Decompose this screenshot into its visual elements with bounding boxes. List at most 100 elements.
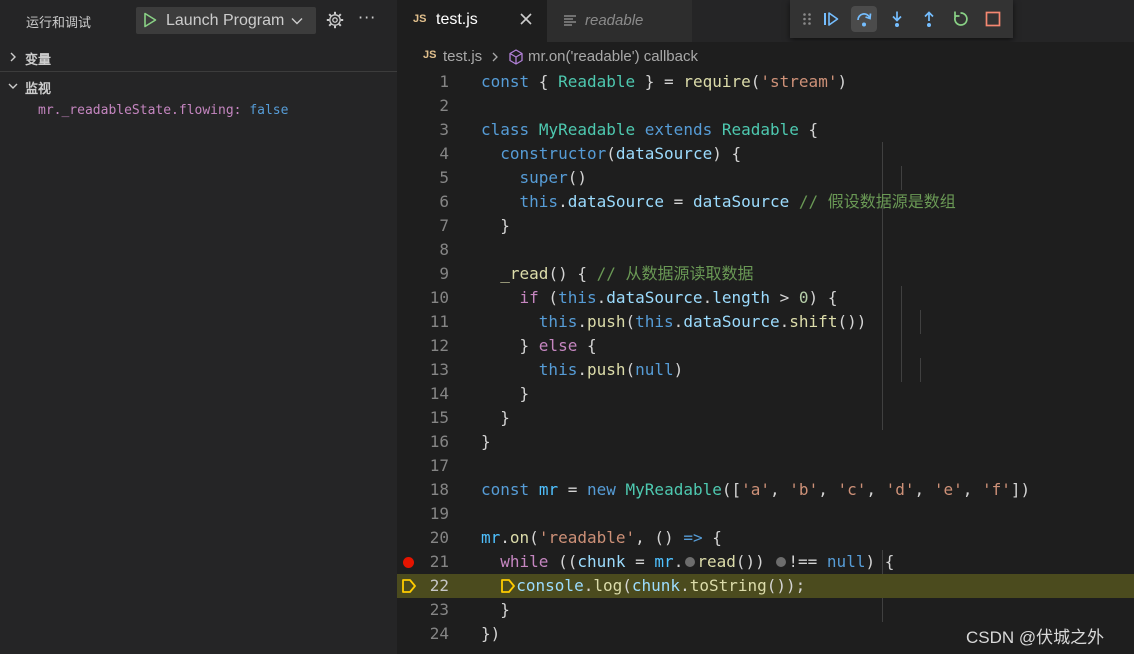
inline-breakpoint-icon[interactable]: [776, 556, 787, 567]
js-file-icon: JS: [413, 13, 427, 25]
code-text: }): [481, 624, 501, 643]
code-line: 1 const { Readable } = require('stream'): [397, 70, 1134, 94]
code-line: 16 }: [397, 430, 1134, 454]
line-number: 2: [439, 96, 449, 115]
launch-config-label: Launch Program: [166, 12, 285, 29]
line-number: 8: [439, 240, 449, 259]
tab-readable[interactable]: readable: [547, 0, 692, 42]
line-number: 20: [429, 528, 449, 547]
line-number: 19: [429, 504, 449, 523]
line-number: 9: [439, 264, 449, 283]
code-text: }: [481, 432, 491, 451]
code-line: 19: [397, 502, 1134, 526]
code-text: super(): [519, 168, 587, 187]
watch-expression-name: mr._readableState.flowing:: [38, 103, 242, 118]
code-line: 2: [397, 94, 1134, 118]
gear-icon[interactable]: [326, 11, 344, 29]
code-line: 5 super(): [397, 166, 1134, 190]
code-line: 9 _read() { // 从数据源读取数据: [397, 262, 1134, 286]
inline-breakpoint-icon[interactable]: [685, 556, 696, 567]
code-text: class MyReadable extends Readable {: [481, 120, 819, 139]
watch-expression[interactable]: mr._readableState.flowing: false: [38, 103, 288, 118]
tab-label: test.js: [436, 11, 478, 28]
chevron-right-icon: [10, 52, 16, 62]
code-line: 4 constructor(dataSource) {: [397, 142, 1134, 166]
code-line: 15 }: [397, 406, 1134, 430]
code-text: } else {: [481, 336, 597, 355]
tab-label: readable: [585, 12, 644, 29]
code-text: console.log(chunk.toString());: [481, 574, 805, 598]
chevron-down-icon[interactable]: [290, 14, 304, 28]
code-editor[interactable]: 1 const { Readable } = require('stream')…: [397, 70, 1134, 654]
line-number: 6: [439, 192, 449, 211]
code-line: 23 }: [397, 598, 1134, 622]
chevron-down-icon: [8, 83, 18, 89]
variables-section-label: 变量: [25, 53, 52, 68]
stop-icon[interactable]: [980, 6, 1006, 32]
code-line: 11 this.push(this.dataSource.shift()): [397, 310, 1134, 334]
line-number: 15: [429, 408, 449, 427]
continue-icon[interactable]: [818, 6, 844, 32]
line-number: 21: [429, 552, 449, 571]
line-number: 22: [429, 576, 449, 595]
step-over-icon[interactable]: [851, 6, 877, 32]
line-number: 24: [429, 624, 449, 643]
document-lines-icon: [564, 15, 576, 26]
line-number: 10: [429, 288, 449, 307]
close-icon[interactable]: [519, 12, 533, 26]
editor-tab-bar: JS test.js readable: [397, 0, 1134, 42]
method-cube-icon: [509, 49, 523, 65]
watch-expression-value: false: [249, 103, 289, 118]
restart-icon[interactable]: [948, 6, 974, 32]
play-icon[interactable]: [142, 12, 158, 28]
code-text: while ((chunk = mr. read()) !== null) {: [500, 552, 895, 571]
line-number: 4: [439, 144, 449, 163]
debug-sidebar: 运行和调试 Launch Program ··· 变量 监视 mr._reada…: [0, 0, 397, 654]
grip-icon[interactable]: [794, 6, 820, 32]
code-text: }: [481, 384, 530, 403]
line-number: 14: [429, 384, 449, 403]
line-number: 11: [429, 312, 449, 331]
sidebar-title: 运行和调试: [26, 16, 92, 31]
code-line: 10 if (this.dataSource.length > 0) {: [397, 286, 1134, 310]
line-number: 3: [439, 120, 449, 139]
launch-config-dropdown[interactable]: Launch Program: [136, 7, 316, 34]
js-file-icon: JS: [423, 49, 437, 61]
code-line: 18 const mr = new MyReadable(['a', 'b', …: [397, 478, 1134, 502]
code-text: this.push(null): [538, 360, 684, 379]
code-line-breakpoint: 21 while ((chunk = mr. read()) !== null) …: [397, 550, 1134, 574]
more-actions-button[interactable]: ···: [358, 8, 376, 27]
code-text: this.push(this.dataSource.shift()): [538, 312, 867, 331]
tab-test-js[interactable]: JS test.js: [397, 0, 547, 42]
code-line: 13 this.push(null): [397, 358, 1134, 382]
line-number: 17: [429, 456, 449, 475]
code-line: 12 } else {: [397, 334, 1134, 358]
code-line: 7 }: [397, 214, 1134, 238]
code-line: 17: [397, 454, 1134, 478]
line-number: 23: [429, 600, 449, 619]
sidebar-header: 运行和调试 Launch Program ···: [0, 0, 397, 42]
line-number: 5: [439, 168, 449, 187]
code-text: constructor(dataSource) {: [500, 144, 742, 163]
step-out-icon[interactable]: [916, 6, 942, 32]
debug-toolbar: [790, 0, 1013, 38]
breadcrumb-file[interactable]: test.js: [443, 48, 482, 65]
code-text: const { Readable } = require('stream'): [481, 72, 848, 91]
breadcrumb: JS test.js mr.on('readable') callback: [397, 42, 1134, 70]
code-line: 14 }: [397, 382, 1134, 406]
debug-position-icon: [501, 579, 516, 593]
code-line: 6 this.dataSource = dataSource // 假设数据源是…: [397, 190, 1134, 214]
watermark: CSDN @伏城之外: [966, 628, 1105, 647]
variables-section-header[interactable]: 变量: [0, 43, 397, 71]
code-text: }: [481, 408, 510, 427]
breakpoint-icon[interactable]: [403, 557, 414, 568]
watch-section-header[interactable]: 监视: [0, 71, 397, 99]
breadcrumb-symbol[interactable]: mr.on('readable') callback: [528, 48, 698, 65]
line-number: 16: [429, 432, 449, 451]
code-text: if (this.dataSource.length > 0) {: [519, 288, 838, 307]
code-text: }: [481, 600, 510, 619]
step-into-icon[interactable]: [884, 6, 910, 32]
code-text: this.dataSource = dataSource // 假设数据源是数组: [519, 192, 956, 211]
line-number: 1: [439, 72, 449, 91]
code-line: 3 class MyReadable extends Readable {: [397, 118, 1134, 142]
